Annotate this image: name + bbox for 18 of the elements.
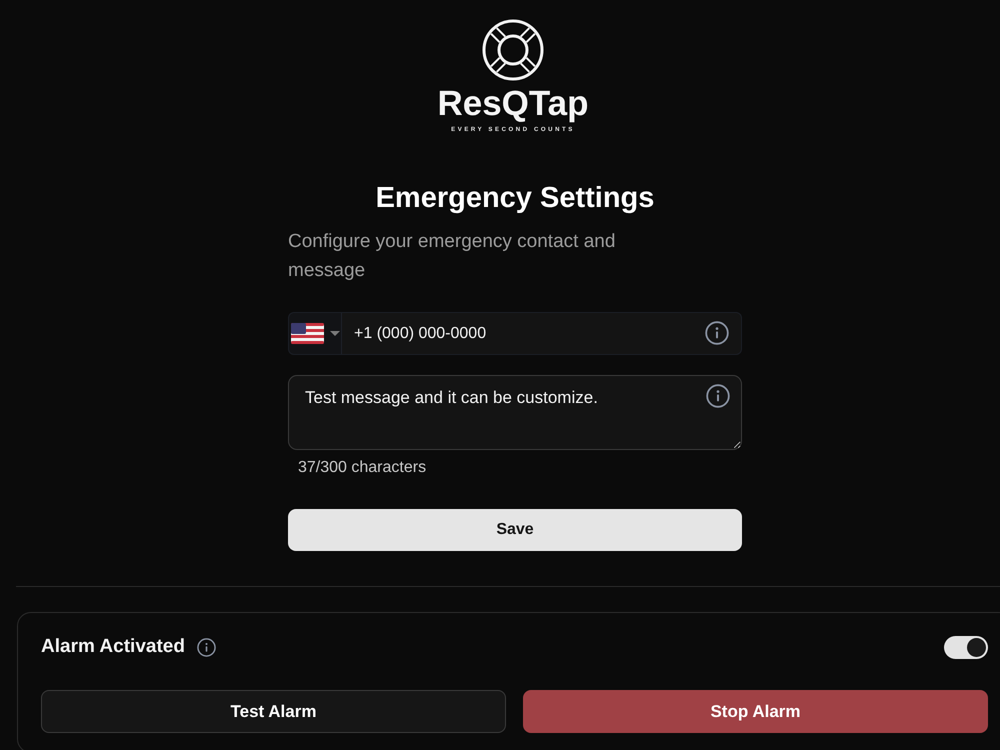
brand-name: ResQTap [437, 85, 589, 123]
stop-alarm-button[interactable]: Stop Alarm [523, 690, 988, 733]
phone-field[interactable]: +1 (000) 000-0000 [342, 312, 742, 355]
test-alarm-button[interactable]: Test Alarm [41, 690, 506, 733]
alarm-label: Alarm Activated [41, 636, 185, 658]
caret-icon [330, 331, 340, 336]
save-button[interactable]: Save [288, 509, 742, 551]
info-icon[interactable] [706, 384, 730, 408]
country-select[interactable] [288, 312, 342, 355]
message-field[interactable]: Test message and it can be customize. [288, 375, 742, 450]
alarm-toggle[interactable] [944, 636, 988, 658]
page-title: Emergency Settings [374, 181, 656, 216]
lifebuoy-icon [482, 19, 544, 81]
character-counter: 37/300 characters [298, 458, 428, 478]
info-icon[interactable] [705, 321, 729, 345]
info-icon[interactable] [196, 638, 216, 656]
flag-icon [291, 323, 324, 344]
page-subtitle: Configure your emergency contact and message [288, 230, 616, 283]
